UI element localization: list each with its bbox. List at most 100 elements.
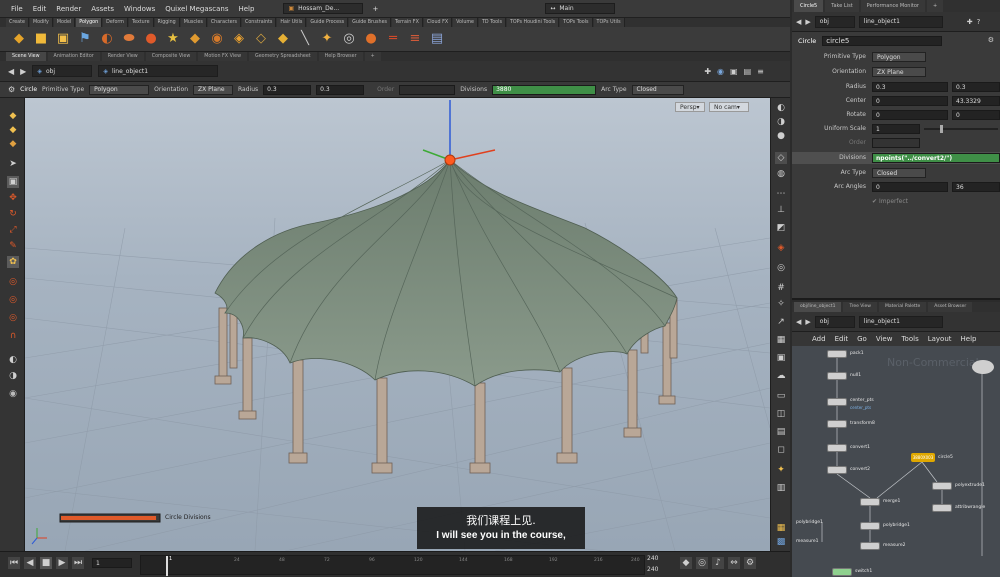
pose-tool-icon[interactable]: ◆ <box>7 124 19 136</box>
font-tool-icon[interactable]: ≡ <box>406 30 424 48</box>
tab-tree-view[interactable]: Tree View <box>843 302 877 312</box>
camera-menu[interactable]: No cam ▾ <box>709 102 749 112</box>
platonic-tool-icon[interactable]: ✦ <box>318 30 336 48</box>
net-menu-edit[interactable]: Edit <box>835 335 849 343</box>
star-tool-icon[interactable]: ★ <box>164 30 182 48</box>
node-measure2[interactable] <box>860 542 880 550</box>
shelf-tab-rigging[interactable]: Rigging <box>154 18 180 27</box>
light-icon[interactable]: ◑ <box>775 116 787 128</box>
net-menu-help[interactable]: Help <box>961 335 977 343</box>
radius-y-field[interactable]: 0.3 <box>316 84 365 95</box>
add-tab-button[interactable]: + <box>371 5 379 13</box>
first-frame-icon[interactable]: ⏮ <box>8 557 20 569</box>
playhead[interactable]: 1 <box>166 556 176 576</box>
uv-icon[interactable]: ✧ <box>775 298 787 310</box>
settings-icon[interactable]: ⚙ <box>744 557 756 569</box>
globe-tool-icon[interactable]: ◉ <box>208 30 226 48</box>
uniform-scale-slider[interactable] <box>924 125 998 133</box>
shelf-tab-tops-tools[interactable]: TOPs Tools <box>560 18 593 27</box>
shelf-tab-create[interactable]: Create <box>6 18 29 27</box>
tab-scene-view[interactable]: Scene View <box>6 52 46 61</box>
shelf-tab-muscles[interactable]: Muscles <box>180 18 207 27</box>
gear-icon[interactable]: ⚙ <box>8 85 15 94</box>
vr-icon[interactable]: ▭ <box>775 390 787 402</box>
param-gear-icon[interactable]: ⚙ <box>988 36 994 44</box>
transform-tool-icon[interactable]: ▣ <box>7 176 19 188</box>
tab-composite-view[interactable]: Composite View <box>145 52 197 61</box>
torus-tool-icon[interactable]: ◐ <box>98 30 116 48</box>
node-path[interactable]: ◈ line_object1 <box>98 65 219 77</box>
node-switch1[interactable] <box>832 568 852 576</box>
menu-windows[interactable]: Windows <box>123 5 156 13</box>
param-radius-y[interactable]: 0.3 <box>952 82 1000 92</box>
options-icon[interactable]: ≡ <box>757 67 764 76</box>
menu-edit[interactable]: Edit <box>32 5 48 13</box>
net-menu-add[interactable]: Add <box>812 335 826 343</box>
network-editor[interactable]: Non-Commercial pack1 null1 center_pts ce… <box>792 346 1000 577</box>
order-field[interactable] <box>399 84 456 95</box>
template-icon[interactable]: ◈ <box>775 242 787 254</box>
back-arrow-icon[interactable]: ◀ <box>8 67 14 76</box>
magnet-icon[interactable]: ∩ <box>7 330 19 342</box>
node-polyextrude1[interactable] <box>932 482 952 490</box>
param-uniform-scale-field[interactable]: 1 <box>872 124 920 134</box>
shelf-tab-td-tools[interactable]: TD Tools <box>478 18 506 27</box>
imperfect-checkbox[interactable]: ✔ Imperfect <box>872 198 908 205</box>
tab-performance-monitor[interactable]: Performance Monitor <box>860 0 925 12</box>
persp-menu[interactable]: Persp ▾ <box>675 102 705 112</box>
scene-viewport[interactable]: Circle Divisions Persp ▾ No cam ▾ <box>25 98 770 551</box>
numbers-icon[interactable]: # <box>775 282 787 294</box>
right-context-path[interactable]: obj <box>814 15 855 28</box>
snapshot-view-icon[interactable]: ◻ <box>775 444 787 456</box>
vectors-icon[interactable]: ↗ <box>775 316 787 328</box>
shelf-tab-texture[interactable]: Texture <box>128 18 154 27</box>
snapshot-icon[interactable]: ▤ <box>744 67 752 76</box>
display-options-icon[interactable]: ◐ <box>775 102 787 114</box>
tab-motion-fx-view[interactable]: Motion FX View <box>198 52 247 61</box>
node-output-top[interactable] <box>972 360 994 374</box>
grid-tool-icon[interactable]: ◈ <box>230 30 248 48</box>
shelf-tab-tops-houdini-tools[interactable]: TOPs Houdini Tools <box>506 18 560 27</box>
forward-arrow-icon[interactable]: ▶ <box>20 67 26 76</box>
box-tool-icon[interactable]: ▣ <box>54 30 72 48</box>
frame-ruler[interactable]: 1 24 48 72 96 120 144 168 192 216 240 <box>140 555 645 576</box>
globe-icon[interactable]: ◉ <box>717 67 724 76</box>
bend-tool-icon[interactable]: ⚑ <box>76 30 94 48</box>
shelf-tab-volume[interactable]: Volume <box>453 18 478 27</box>
node-null1[interactable] <box>827 372 847 380</box>
render-region-icon[interactable]: ◉ <box>7 388 19 400</box>
guides-icon[interactable]: ◎ <box>775 262 787 274</box>
param-arc-angle-end[interactable]: 36 <box>952 182 1000 192</box>
line-tool-icon[interactable]: ╲ <box>296 30 314 48</box>
right-back-icon[interactable]: ◀ <box>796 18 801 26</box>
fog-icon[interactable]: ☁ <box>775 370 787 382</box>
play-reverse-icon[interactable]: ◀ <box>24 557 36 569</box>
tab-network[interactable]: obj/line_object1 <box>794 302 842 312</box>
camera-lock-icon[interactable]: ▣ <box>775 352 787 364</box>
handle-tool-icon[interactable]: ◆ <box>7 110 19 122</box>
add-pane-tab-button[interactable]: + <box>364 52 381 61</box>
current-frame-field[interactable]: 1 <box>92 558 132 568</box>
shelf-tab-tops-utils[interactable]: TOPs Utils <box>593 18 625 27</box>
node-attribwrangle[interactable] <box>932 504 952 512</box>
grid-toggle-icon[interactable]: ▦ <box>775 522 787 534</box>
stop-icon[interactable]: ■ <box>40 557 52 569</box>
tab-circle5[interactable]: Circle5 <box>794 0 824 12</box>
add-right-tab-button[interactable]: + <box>926 0 944 12</box>
brush-tool-icon[interactable]: ✎ <box>7 240 19 252</box>
right-pin-icon[interactable]: ✚ <box>967 18 973 26</box>
file-tool-icon[interactable]: ▤ <box>428 30 446 48</box>
node-pack1[interactable] <box>827 350 847 358</box>
snap-grid-icon[interactable]: ◎ <box>7 276 19 288</box>
display-icon[interactable]: ▣ <box>730 67 738 76</box>
play-icon[interactable]: ▶ <box>56 557 68 569</box>
disk-tool-icon[interactable]: ⬬ <box>120 30 138 48</box>
visualizers-icon[interactable]: ✦ <box>775 464 787 476</box>
metaball-tool-icon[interactable]: ● <box>362 30 380 48</box>
scale-tool-icon[interactable]: ⤢ <box>7 224 19 236</box>
node-merge1[interactable] <box>860 498 880 506</box>
shelf-tab-cloud-fx[interactable]: Cloud FX <box>423 18 453 27</box>
param-center-y[interactable]: 43.3329 <box>952 96 1000 106</box>
paint-tool-icon[interactable]: ✿ <box>7 256 19 268</box>
end-frame-2[interactable]: 240 <box>647 566 658 573</box>
